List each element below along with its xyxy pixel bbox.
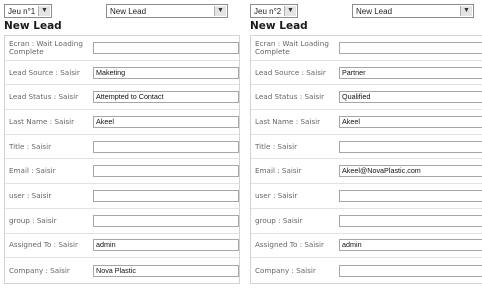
panel-jeu-2: Jeu n°2 ▼ New Lead ▼ New Lead Ecran : Wa… xyxy=(250,0,482,302)
field-row-lead-status: Lead Status : Saisir Attempted to Contact xyxy=(5,85,239,111)
field-row-lead-status: Lead Status : Saisir Qualified xyxy=(251,85,482,111)
field-input[interactable] xyxy=(339,140,482,153)
panel-jeu-1: Jeu n°1 ▼ New Lead ▼ New Lead Ecran : Wa… xyxy=(4,0,240,302)
field-input[interactable] xyxy=(93,189,239,202)
field-label: Assigned To : Saisir xyxy=(255,240,325,250)
field-row-ecran: Ecran : Wait Loading Complete xyxy=(5,36,239,61)
field-label: Assigned To : Saisir xyxy=(9,240,79,250)
form-title: New Lead xyxy=(4,20,62,32)
field-row-assigned-to: Assigned To : Saisir admin xyxy=(251,234,482,259)
lead-select-value: New Lead xyxy=(110,7,147,16)
field-label: Title : Saisir xyxy=(9,141,52,151)
field-row-company: Company : Saisir Nova Plastic xyxy=(5,258,239,283)
field-label: user : Saisir xyxy=(9,190,52,200)
field-label: Title : Saisir xyxy=(255,141,298,151)
field-input[interactable] xyxy=(93,165,239,178)
field-row-user: user : Saisir xyxy=(251,184,482,209)
field-input[interactable]: Nova Plastic xyxy=(93,264,239,277)
field-input[interactable]: Qualified xyxy=(339,91,482,104)
field-input[interactable]: Akeel xyxy=(93,115,239,128)
field-input[interactable]: Maketing xyxy=(93,66,239,79)
field-input[interactable] xyxy=(339,189,482,202)
field-label: Last Name : Saisir xyxy=(9,116,75,126)
field-row-title: Title : Saisir xyxy=(251,135,482,160)
field-label: Last Name : Saisir xyxy=(255,116,321,126)
lead-form: Ecran : Wait Loading Complete Lead Sourc… xyxy=(4,35,240,284)
field-label: Email : Saisir xyxy=(9,166,56,176)
field-row-lead-source: Lead Source : Saisir Maketing xyxy=(5,61,239,86)
field-row-company: Company : Saisir xyxy=(251,258,482,283)
chevron-down-icon[interactable]: ▼ xyxy=(38,6,50,16)
field-label: Email : Saisir xyxy=(255,166,302,176)
field-label: group : Saisir xyxy=(255,215,303,225)
field-label: Lead Source : Saisir xyxy=(9,67,80,77)
field-input[interactable] xyxy=(93,214,239,227)
field-input[interactable]: admin xyxy=(339,239,482,252)
field-label: Ecran : Wait Loading Complete xyxy=(9,38,83,56)
field-label: group : Saisir xyxy=(9,215,57,225)
field-row-ecran: Ecran : Wait Loading Complete xyxy=(251,36,482,61)
chevron-down-icon[interactable]: ▼ xyxy=(284,6,296,16)
field-input[interactable]: Partner xyxy=(339,66,482,79)
game-select-value: Jeu n°2 xyxy=(254,7,282,16)
field-row-email: Email : Saisir xyxy=(5,159,239,185)
field-row-group: group : Saisir xyxy=(5,209,239,234)
field-row-lead-source: Lead Source : Saisir Partner xyxy=(251,61,482,86)
field-row-last-name: Last Name : Saisir Akeel xyxy=(5,110,239,135)
field-input[interactable] xyxy=(93,41,239,54)
field-input[interactable]: Attempted to Contact xyxy=(93,91,239,104)
game-select-value: Jeu n°1 xyxy=(8,7,36,16)
field-row-email: Email : Saisir Akeel@NovaPlastic.com xyxy=(251,159,482,185)
field-label: Company : Saisir xyxy=(255,265,316,275)
form-title: New Lead xyxy=(250,20,308,32)
field-row-assigned-to: Assigned To : Saisir admin xyxy=(5,234,239,259)
field-label: Lead Status : Saisir xyxy=(9,92,79,102)
lead-select-value: New Lead xyxy=(356,7,393,16)
lead-form: Ecran : Wait Loading Complete Lead Sourc… xyxy=(250,35,482,284)
field-label: user : Saisir xyxy=(255,190,298,200)
chevron-down-icon[interactable]: ▼ xyxy=(460,6,472,16)
field-label: Lead Status : Saisir xyxy=(255,92,325,102)
field-label: Company : Saisir xyxy=(9,265,70,275)
lead-select[interactable]: New Lead ▼ xyxy=(352,4,474,18)
field-row-title: Title : Saisir xyxy=(5,135,239,160)
game-select[interactable]: Jeu n°1 ▼ xyxy=(4,4,52,18)
chevron-down-icon[interactable]: ▼ xyxy=(214,6,226,16)
field-label: Lead Source : Saisir xyxy=(255,67,326,77)
field-input[interactable] xyxy=(93,140,239,153)
field-label: Ecran : Wait Loading Complete xyxy=(255,38,329,56)
field-input[interactable] xyxy=(339,214,482,227)
field-input[interactable] xyxy=(339,41,482,54)
field-row-user: user : Saisir xyxy=(5,184,239,209)
field-row-last-name: Last Name : Saisir Akeel xyxy=(251,110,482,135)
field-input[interactable] xyxy=(339,264,482,277)
field-input[interactable]: Akeel xyxy=(339,115,482,128)
field-row-group: group : Saisir xyxy=(251,209,482,234)
field-input[interactable]: Akeel@NovaPlastic.com xyxy=(339,165,482,178)
field-input[interactable]: admin xyxy=(93,239,239,252)
game-select[interactable]: Jeu n°2 ▼ xyxy=(250,4,298,18)
lead-select[interactable]: New Lead ▼ xyxy=(106,4,228,18)
